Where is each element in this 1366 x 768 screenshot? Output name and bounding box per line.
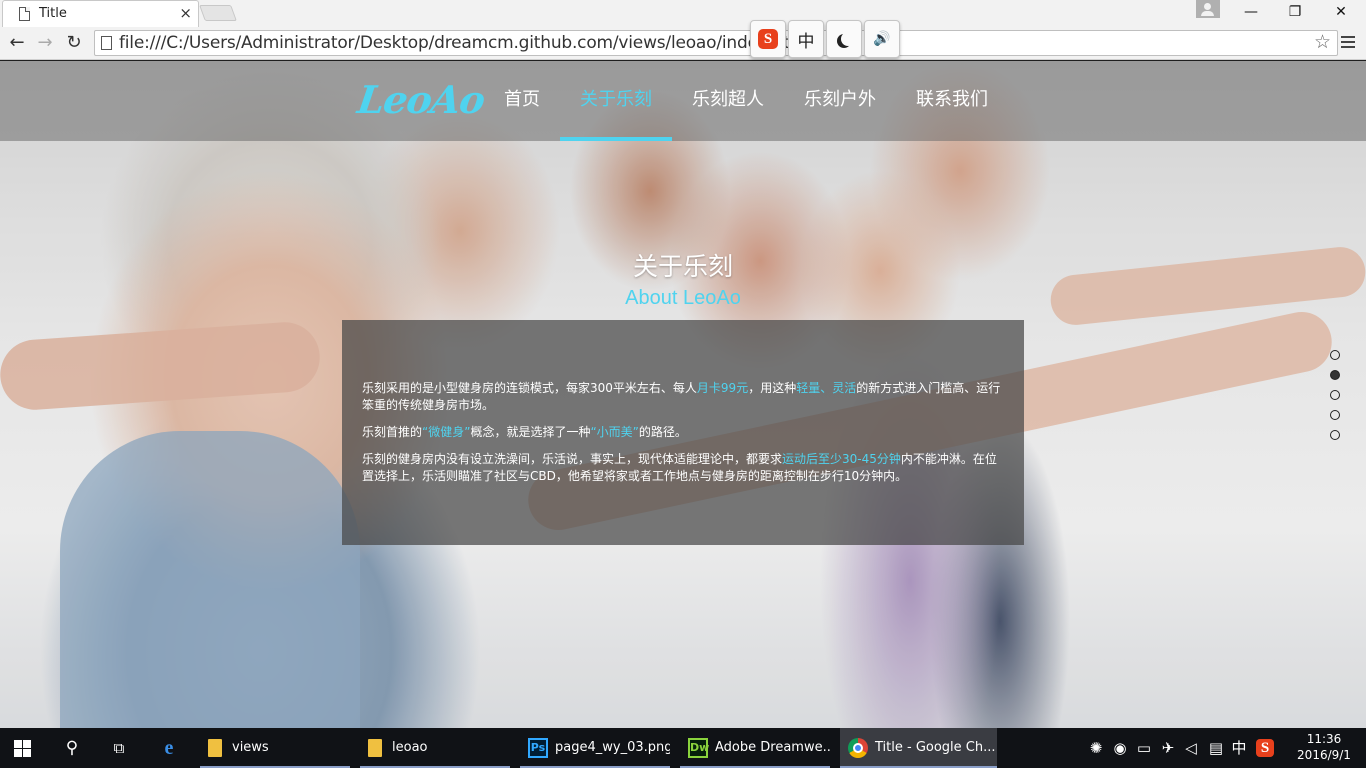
bookmark-star-icon[interactable]: ☆ xyxy=(1314,31,1331,53)
highlight-text: 月卡99元 xyxy=(696,381,749,395)
text: 概念，就是选择了一种 xyxy=(470,425,591,439)
task-label: Title - Google Ch... xyxy=(875,740,996,755)
task-label: Adobe Dreamwe... xyxy=(715,740,830,755)
back-button[interactable]: ← xyxy=(4,31,30,55)
text: 的路径。 xyxy=(638,425,687,439)
minimize-button[interactable]: — xyxy=(1228,0,1274,26)
text: 乐刻首推的 xyxy=(362,425,423,439)
ime-language-indicator[interactable]: 中 xyxy=(1229,738,1249,758)
task-views[interactable]: views xyxy=(200,728,350,768)
task-view-icon[interactable]: ⧉ xyxy=(108,738,130,758)
moon-icon xyxy=(841,32,855,46)
nav-item-contact[interactable]: 联系我们 xyxy=(896,61,1008,141)
folder-icon xyxy=(368,738,382,757)
system-clock[interactable]: 11:36 2016/9/1 xyxy=(1292,731,1356,763)
site-header: LeoAo 首页 关于乐刻 乐刻超人 乐刻户外 联系我们 xyxy=(0,61,1366,141)
pager-dot-active[interactable] xyxy=(1330,370,1340,380)
page-viewport: LeoAo 首页 关于乐刻 乐刻超人 乐刻户外 联系我们 关于乐刻 About … xyxy=(0,61,1366,728)
pager-dot[interactable] xyxy=(1330,390,1340,400)
sogou-icon: S xyxy=(758,29,778,49)
task-dreamweaver[interactable]: Dw Adobe Dreamwe... xyxy=(680,728,830,768)
url-text[interactable]: file:///C:/Users/Administrator/Desktop/d… xyxy=(119,33,790,53)
maximize-button[interactable]: ❐ xyxy=(1272,0,1318,26)
site-nav: 首页 关于乐刻 乐刻超人 乐刻户外 联系我们 xyxy=(484,61,1008,141)
section-subtitle: About LeoAo xyxy=(625,287,741,309)
ime-sound-button[interactable]: 🔊 xyxy=(864,20,900,58)
chrome-icon xyxy=(848,737,868,758)
browser-toolbar: ← → ↻ file:///C:/Users/Administrator/Des… xyxy=(0,27,1366,60)
ime-sogou-button[interactable]: S xyxy=(750,20,786,58)
highlight-text: “微健身” xyxy=(422,425,471,439)
tab-title: Title xyxy=(39,6,67,21)
task-label: page4_wy_03.png... xyxy=(555,740,670,755)
task-leoao[interactable]: leoao xyxy=(360,728,510,768)
ime-toolbar: S 中 🔊 xyxy=(750,20,900,60)
ime-lang-button[interactable]: 中 xyxy=(788,20,824,58)
text: 乐刻采用的是小型健身房的连锁模式，每家300平米左右、每人 xyxy=(362,381,697,395)
task-label: views xyxy=(232,740,269,755)
pager-dot[interactable] xyxy=(1330,430,1340,440)
section-title: 关于乐刻 xyxy=(632,252,733,281)
task-chrome[interactable]: Title - Google Ch... xyxy=(840,728,997,768)
ime-night-button[interactable] xyxy=(826,20,862,58)
search-icon[interactable]: ⚲ xyxy=(61,738,83,758)
browser-tab[interactable]: Title × xyxy=(2,0,199,27)
network-share-icon[interactable]: ✺ xyxy=(1086,738,1106,758)
about-paragraph: 乐刻首推的“微健身”概念，就是选择了一种“小而美”的路径。 xyxy=(362,424,1004,441)
task-photoshop[interactable]: Ps page4_wy_03.png... xyxy=(520,728,670,768)
highlight-text: “小而美” xyxy=(590,425,639,439)
volume-icon[interactable]: ◁ xyxy=(1181,738,1201,758)
battery-icon[interactable]: ▭ xyxy=(1134,738,1154,758)
section-pager xyxy=(1330,350,1340,450)
page-icon xyxy=(101,36,112,50)
task-label: leoao xyxy=(392,740,428,755)
text: ，用这种 xyxy=(748,381,797,395)
pager-dot[interactable] xyxy=(1330,350,1340,360)
clock-time: 11:36 xyxy=(1306,732,1342,746)
nav-item-outdoor[interactable]: 乐刻户外 xyxy=(784,61,896,141)
record-icon[interactable]: ◉ xyxy=(1110,738,1130,758)
sogou-tray-icon[interactable]: S xyxy=(1256,739,1274,757)
tab-close-icon[interactable]: × xyxy=(179,4,192,22)
address-bar[interactable]: file:///C:/Users/Administrator/Desktop/d… xyxy=(94,30,1338,56)
browser-titlebar: Title × — ❐ ✕ xyxy=(0,0,1366,27)
nav-item-home[interactable]: 首页 xyxy=(484,61,560,141)
page-icon xyxy=(19,7,30,21)
dreamweaver-icon: Dw xyxy=(688,737,709,758)
forward-button[interactable]: → xyxy=(32,31,58,55)
highlight-text: 运动后至少30-45分钟 xyxy=(782,452,901,466)
notification-icon[interactable]: ▤ xyxy=(1206,738,1226,758)
text: 乐刻的健身房内没有设立洗澡间，乐活说，事实上，现代体适能理论中，都要求 xyxy=(362,452,783,466)
highlight-text: 轻量、灵活 xyxy=(796,381,857,395)
about-paragraph: 乐刻采用的是小型健身房的连锁模式，每家300平米左右、每人月卡99元，用这种轻量… xyxy=(362,380,1004,414)
photoshop-icon: Ps xyxy=(528,737,548,758)
about-paragraph: 乐刻的健身房内没有设立洗澡间，乐活说，事实上，现代体适能理论中，都要求运动后至少… xyxy=(362,451,1004,485)
airplane-icon[interactable]: ✈ xyxy=(1158,738,1178,758)
windows-taskbar: ⚲ ⧉ e views leoao Ps page4_wy_03.png... D… xyxy=(0,728,1366,768)
new-tab-button[interactable] xyxy=(199,5,237,21)
folder-icon xyxy=(208,738,222,757)
reload-button[interactable]: ↻ xyxy=(61,31,87,55)
nav-item-about[interactable]: 关于乐刻 xyxy=(560,61,672,141)
close-window-button[interactable]: ✕ xyxy=(1318,0,1364,26)
about-info-box: 乐刻采用的是小型健身房的连锁模式，每家300平米左右、每人月卡99元，用这种轻量… xyxy=(342,320,1024,545)
edge-icon[interactable]: e xyxy=(158,738,180,758)
nav-item-superman[interactable]: 乐刻超人 xyxy=(672,61,784,141)
site-logo[interactable]: LeoAo xyxy=(355,77,487,122)
pager-dot[interactable] xyxy=(1330,410,1340,420)
profile-icon[interactable] xyxy=(1196,0,1220,18)
start-button[interactable] xyxy=(14,740,31,757)
clock-date: 2016/9/1 xyxy=(1297,748,1351,762)
chrome-menu-button[interactable] xyxy=(1340,33,1356,53)
